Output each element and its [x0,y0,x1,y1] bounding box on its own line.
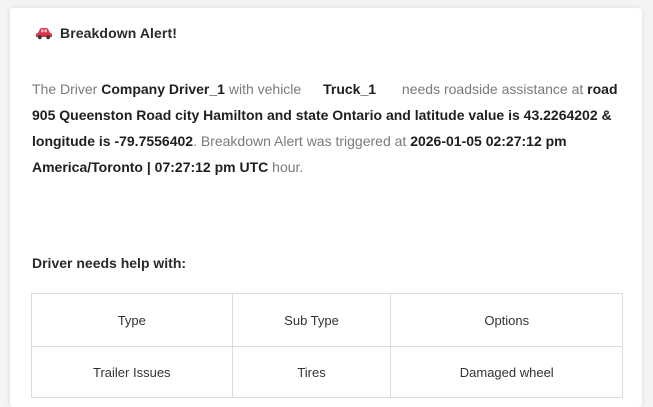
cell-type: Trailer Issues [31,346,233,398]
cell-options: Damaged wheel [390,346,623,398]
breakdown-alert-card: Breakdown Alert! The Driver Company Driv… [10,8,642,407]
alert-title: Breakdown Alert! [35,25,177,41]
cell-sub-type: Tires [231,346,392,398]
column-header-options: Options [390,293,623,347]
message-text: . Breakdown Alert was triggered at [193,133,411,149]
message-text: The Driver [32,81,102,97]
car-icon [35,27,53,40]
column-header-type: Type [31,293,233,347]
message-text: needs roadside assistance at [398,81,588,97]
help-heading: Driver needs help with: [32,255,187,271]
vehicle-name: Truck_1 [323,81,377,97]
message-text: with vehicle [224,81,306,97]
message-text: hour. [268,159,304,175]
column-header-sub-type: Sub Type [231,293,392,347]
table-row: Trailer Issues Tires Damaged wheel [31,346,623,398]
table-header-row: Type Sub Type Options [31,293,623,347]
driver-name: Company Driver_1 [101,81,225,97]
help-table: Type Sub Type Options Trailer Issues Tir… [31,293,623,398]
alert-message: The Driver Company Driver_1 with vehicle… [32,76,632,180]
alert-title-text: Breakdown Alert! [60,25,177,41]
